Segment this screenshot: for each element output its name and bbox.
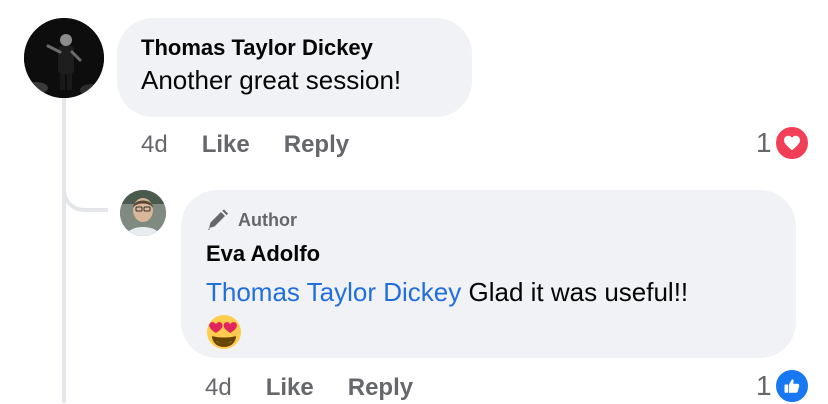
thumbs-up-icon xyxy=(773,368,810,404)
heart-eyes-emoji xyxy=(207,315,241,349)
reply-text-body: Glad it was useful!! xyxy=(461,277,689,307)
comment-reactions[interactable]: 1 xyxy=(756,125,810,161)
comment-text: Another great session! xyxy=(141,65,402,95)
reaction-count: 1 xyxy=(756,127,772,158)
author-badge: Author xyxy=(206,206,771,234)
thread-line-curve xyxy=(62,160,108,212)
reply-bubble: Author Eva Adolfo Thomas Taylor Dickey G… xyxy=(181,190,796,358)
heart-icon xyxy=(773,125,810,161)
mention-link[interactable]: Thomas Taylor Dickey xyxy=(206,277,461,307)
thread-line xyxy=(62,98,66,403)
comment-actions: 4d Like Reply xyxy=(141,130,383,160)
like-button[interactable]: Like xyxy=(202,131,250,159)
reply-button[interactable]: Reply xyxy=(348,374,413,402)
comment-author-name[interactable]: Thomas Taylor Dickey xyxy=(141,34,448,62)
reply-reactions[interactable]: 1 xyxy=(756,368,810,404)
reply-text: Thomas Taylor Dickey Glad it was useful!… xyxy=(206,274,771,310)
reply-actions: 4d Like Reply xyxy=(205,373,447,403)
reply-button[interactable]: Reply xyxy=(284,131,349,159)
reply-timestamp[interactable]: 4d xyxy=(205,374,232,402)
like-button[interactable]: Like xyxy=(266,374,314,402)
reply-avatar[interactable] xyxy=(120,190,166,236)
avatar-photo xyxy=(120,190,166,236)
comment-bubble: Thomas Taylor Dickey Another great sessi… xyxy=(117,18,472,117)
avatar-photo xyxy=(24,18,104,98)
comment-timestamp[interactable]: 4d xyxy=(141,131,168,159)
reaction-count: 1 xyxy=(756,370,772,401)
avatar[interactable] xyxy=(24,18,104,98)
reply-author-name[interactable]: Eva Adolfo xyxy=(206,240,771,268)
author-badge-label: Author xyxy=(238,209,297,230)
pencil-icon xyxy=(208,209,228,230)
